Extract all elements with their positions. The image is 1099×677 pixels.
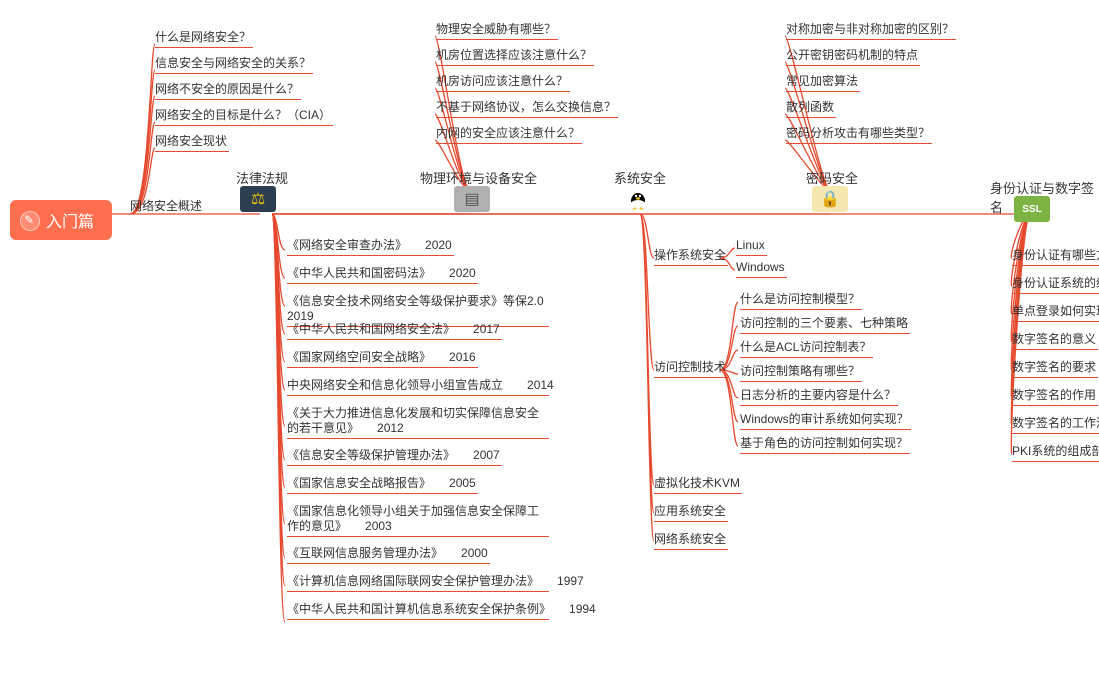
ac-item[interactable]: 访问控制策略有哪些？ <box>740 364 862 382</box>
law-title: 《网络安全审查办法》 <box>287 238 401 252</box>
overview-item[interactable]: 网络不安全的原因是什么？ <box>155 82 301 100</box>
law-title: 《关于大力推进信息化发展和切实保障信息安全的若干意见》 <box>287 406 539 435</box>
overview-item[interactable]: 网络安全现状 <box>155 134 229 152</box>
law-title: 《信息安全技术网络安全等级保护要求》等保2.0 <box>287 294 544 308</box>
law-year: 2017 <box>449 322 500 336</box>
law-year: 2020 <box>425 266 476 280</box>
pwd-item[interactable]: 公开密钥密码机制的特点 <box>786 48 920 66</box>
pwd-item[interactable]: 常见加密算法 <box>786 74 860 92</box>
law-year: 1997 <box>533 574 584 588</box>
sys-os-item[interactable]: Linux <box>736 238 767 256</box>
sys-net[interactable]: 网络系统安全 <box>654 532 728 550</box>
id-item[interactable]: 数字签名的要求 <box>1012 360 1098 378</box>
id-item[interactable]: 单点登录如何实现？ <box>1012 304 1099 322</box>
law-year: 2016 <box>425 350 476 364</box>
law-year: 2020 <box>401 238 452 252</box>
law-item[interactable]: 《国家信息安全战略报告》 2005 <box>287 476 478 494</box>
law-icon: ⚖ <box>240 186 276 212</box>
law-year: 2014 <box>503 378 554 392</box>
ac-item[interactable]: 基于角色的访问控制如何实现？ <box>740 436 910 454</box>
sys-os[interactable]: 操作系统安全 <box>654 248 728 266</box>
law-title: 《信息安全等级保护管理办法》 <box>287 448 449 462</box>
env-item[interactable]: 机房位置选择应该注意什么？ <box>436 48 594 66</box>
law-title: 《国家信息化领导小组关于加强信息安全保障工作的意见》 <box>287 504 539 533</box>
law-year: 1994 <box>545 602 596 616</box>
overview-item[interactable]: 网络安全的目标是什么？（CIA） <box>155 108 333 126</box>
law-title: 中央网络安全和信息化领导小组宣告成立 <box>287 378 503 392</box>
law-year: 2000 <box>437 546 488 560</box>
law-title: 《计算机信息网络国际联网安全保护管理办法》 <box>287 574 533 588</box>
law-item[interactable]: 《关于大力推进信息化发展和切实保障信息安全的若干意见》 2012 <box>287 406 549 439</box>
law-title: 《互联网信息服务管理办法》 <box>287 546 437 560</box>
branch-env[interactable]: 物理环境与设备安全 <box>420 168 537 187</box>
sys-app[interactable]: 应用系统安全 <box>654 504 728 522</box>
id-item[interactable]: 身份认证有哪些方式？ <box>1012 248 1099 266</box>
law-year: 2005 <box>425 476 476 490</box>
law-title: 《中华人民共和国密码法》 <box>287 266 425 280</box>
id-item[interactable]: 数字签名的工作流程 <box>1012 416 1099 434</box>
tux-icon <box>620 186 656 212</box>
law-item[interactable]: 《信息安全等级保护管理办法》 2007 <box>287 448 502 466</box>
law-title: 《国家网络空间安全战略》 <box>287 350 425 364</box>
overview-node[interactable]: 网络安全概述 <box>130 199 202 214</box>
id-item[interactable]: 数字签名的作用 <box>1012 388 1098 406</box>
law-year: 2012 <box>353 421 404 435</box>
pwd-item[interactable]: 密码分析攻击有哪些类型？ <box>786 126 932 144</box>
law-title: 《中华人民共和国计算机信息系统安全保护条例》 <box>287 602 545 616</box>
law-item[interactable]: 《国家信息化领导小组关于加强信息安全保障工作的意见》 2003 <box>287 504 549 537</box>
law-title: 《中华人民共和国网络安全法》 <box>287 322 449 336</box>
branch-law[interactable]: 法律法规 <box>236 168 288 187</box>
law-title: 《国家信息安全战略报告》 <box>287 476 425 490</box>
law-item[interactable]: 《国家网络空间安全战略》 2016 <box>287 350 478 368</box>
law-item[interactable]: 《互联网信息服务管理办法》 2000 <box>287 546 490 564</box>
overview-item[interactable]: 信息安全与网络安全的关系？ <box>155 56 313 74</box>
env-item[interactable]: 不基于网络协议，怎么交换信息？ <box>436 100 618 118</box>
law-item[interactable]: 《网络安全审查办法》 2020 <box>287 238 454 256</box>
sys-vm[interactable]: 虚拟化技术KVM <box>654 476 742 494</box>
pwd-item[interactable]: 散列函数 <box>786 100 836 118</box>
branch-sys[interactable]: 系统安全 <box>614 168 666 187</box>
server-icon: ▤ <box>454 186 490 212</box>
env-item[interactable]: 机房访问应该注意什么？ <box>436 74 570 92</box>
id-item[interactable]: 数字签名的意义 <box>1012 332 1098 350</box>
lock-icon: 🔒 <box>812 186 848 212</box>
ac-item[interactable]: 访问控制的三个要素、七种策略 <box>740 316 910 334</box>
pwd-item[interactable]: 对称加密与非对称加密的区别？ <box>786 22 956 40</box>
ac-item[interactable]: 什么是ACL访问控制表？ <box>740 340 873 358</box>
env-item[interactable]: 内网的安全应该注意什么？ <box>436 126 582 144</box>
ac-item[interactable]: Windows的审计系统如何实现？ <box>740 412 911 430</box>
ac-item[interactable]: 日志分析的主要内容是什么？ <box>740 388 898 406</box>
overview-item[interactable]: 什么是网络安全？ <box>155 30 253 48</box>
root-node[interactable]: 入门篇 <box>10 200 112 240</box>
law-item[interactable]: 《计算机信息网络国际联网安全保护管理办法》 1997 <box>287 574 549 592</box>
branch-pwd[interactable]: 密码安全 <box>806 168 858 187</box>
law-item[interactable]: 《中华人民共和国网络安全法》 2017 <box>287 322 502 340</box>
ssl-icon: SSL <box>1014 196 1050 222</box>
id-item[interactable]: 身份认证系统的组成？ <box>1012 276 1099 294</box>
law-year: 2007 <box>449 448 500 462</box>
sys-os-item[interactable]: Windows <box>736 260 787 278</box>
ac-item[interactable]: 什么是访问控制模型？ <box>740 292 862 310</box>
env-item[interactable]: 物理安全威胁有哪些？ <box>436 22 558 40</box>
law-year: 2003 <box>341 519 392 533</box>
sys-ac[interactable]: 访问控制技术 <box>654 360 728 378</box>
law-item[interactable]: 《中华人民共和国计算机信息系统安全保护条例》 1994 <box>287 602 549 620</box>
law-item[interactable]: 《中华人民共和国密码法》 2020 <box>287 266 478 284</box>
law-item[interactable]: 中央网络安全和信息化领导小组宣告成立 2014 <box>287 378 549 396</box>
id-item[interactable]: PKI系统的组成部分 <box>1012 444 1099 462</box>
